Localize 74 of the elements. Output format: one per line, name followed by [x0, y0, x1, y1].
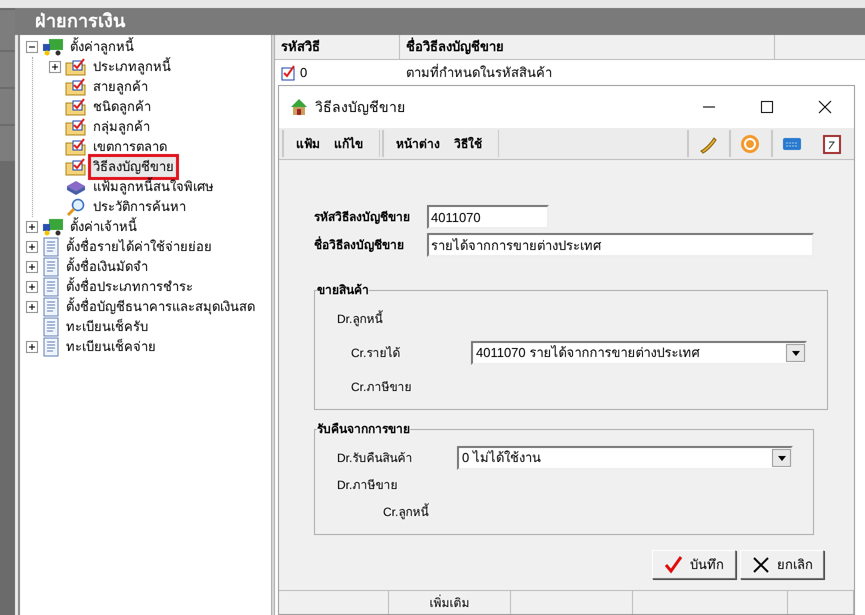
expand-icon[interactable] [26, 221, 38, 233]
dropdown-field[interactable]: 0 ไม่ได้ใช้งาน [457, 446, 793, 470]
tree-item[interactable]: ชนิดลูกค้า [91, 97, 153, 117]
field-label: Dr.รับคืนสินค้า [337, 450, 414, 467]
tree-item[interactable]: ประเภทลูกหนี้ [91, 57, 173, 77]
field-label: Cr.ลูกหนี้ [383, 503, 428, 521]
expand-icon[interactable] [26, 241, 38, 253]
expand-icon[interactable] [26, 261, 38, 273]
house-icon [289, 97, 309, 117]
folder-check-icon [65, 118, 87, 136]
text-field[interactable]: รายได้จากการขายต่างประเทศ [426, 233, 814, 257]
document-icon [42, 277, 60, 297]
menu-item[interactable]: วิธีใช้ [454, 134, 482, 152]
field-label: Dr.ลูกหนี้ [337, 310, 382, 328]
group-title: รับคืนจากการขาย [317, 421, 410, 438]
menu-item[interactable]: แก้ไข [334, 134, 363, 152]
column-header[interactable]: ชื่อวิธีลงบัญชีขาย [400, 35, 775, 59]
folder-check-icon [65, 138, 87, 156]
check-icon [664, 554, 684, 574]
caret-icon [786, 344, 805, 362]
tree-item[interactable]: ตั้งชื่อประเภทการชำระ [64, 277, 195, 297]
search-icon [65, 198, 87, 216]
expand-icon[interactable] [49, 61, 61, 73]
expand-icon[interactable] [26, 281, 38, 293]
group-title: ขายสินค้า [317, 282, 369, 299]
calendar-icon[interactable] [821, 132, 843, 154]
status-text: เพิ่มเติม [430, 594, 470, 612]
text-field[interactable]: 4011070 [427, 205, 549, 229]
tree-item[interactable]: ทะเบียนเช็คจ่าย [64, 337, 158, 357]
section-header: ฝ่ายการเงิน [15, 8, 865, 35]
document-icon [42, 257, 60, 277]
tree-item[interactable]: ตั้งชื่อรายได้ค่าใช้จ่ายย่อย [64, 237, 214, 257]
menu-item[interactable]: หน้าต่าง [396, 134, 440, 152]
tree-item[interactable]: ตั้งค่าเจ้าหนี้ [68, 217, 139, 237]
field-label: รหัสวิธีลงบัญชีขาย [314, 209, 411, 226]
field-label: Cr.ภาษีขาย [351, 379, 412, 396]
tree-item[interactable]: ประวัติการค้นหา [91, 197, 188, 217]
expand-icon[interactable] [26, 301, 38, 313]
collapse-icon[interactable] [26, 41, 38, 53]
tree-item[interactable]: ตั้งชื่อบัญชีธนาคารและสมุดเงินสด [64, 297, 257, 317]
expand-icon[interactable] [26, 341, 38, 353]
tree-item[interactable]: แฟ้มลูกหนี้สนใจพิเศษ [91, 177, 216, 197]
cancel-button[interactable]: ยกเลิก [740, 550, 824, 579]
folder-check-icon [65, 58, 87, 76]
field-label: Dr.ภาษีขาย [337, 477, 398, 494]
document-icon [42, 237, 60, 257]
tree-item[interactable]: วิธีลงบัญชีขาย [91, 157, 176, 177]
folder-check-icon [65, 158, 87, 176]
tree-item[interactable]: ตั้งชื่อเงินมัดจำ [64, 257, 150, 277]
field-label: ชื่อวิธีลงบัญชีขาย [314, 236, 405, 254]
checkbox-icon [281, 64, 297, 80]
folder-check-icon [65, 98, 87, 116]
tree-item[interactable]: เขตการตลาด [91, 137, 169, 157]
table-cell-text: ตามที่กำหนดในรหัสสินค้า [406, 62, 552, 82]
tree-item[interactable]: สายลูกค้า [91, 77, 150, 97]
caret-icon [772, 449, 791, 467]
dropdown-field[interactable]: 4011070 รายได้จากการขายต่างประเทศ [471, 341, 807, 365]
tree-item[interactable]: กลุ่มลูกค้า [91, 117, 152, 137]
document-icon [42, 297, 60, 317]
field-label: Cr.รายได้ [351, 345, 402, 362]
truck-icon [42, 218, 64, 236]
column-header[interactable]: รหัสวิธี [275, 35, 400, 59]
table-cell-text: 0 [300, 64, 308, 82]
window-title: วิธีลงบัญชีขาย [315, 98, 405, 117]
menu-item[interactable]: แฟ้ม [296, 134, 320, 152]
close-icon [751, 554, 771, 574]
document-icon [42, 317, 60, 337]
folder-check-icon [65, 78, 87, 96]
save-button[interactable]: บันทึก [652, 550, 736, 579]
document-icon [42, 337, 60, 357]
truck-icon [42, 38, 64, 56]
book-icon [65, 178, 87, 196]
tree-item[interactable]: ตั้งค่าลูกหนี้ [68, 37, 136, 57]
tree-item[interactable]: ทะเบียนเช็ครับ [64, 317, 150, 337]
